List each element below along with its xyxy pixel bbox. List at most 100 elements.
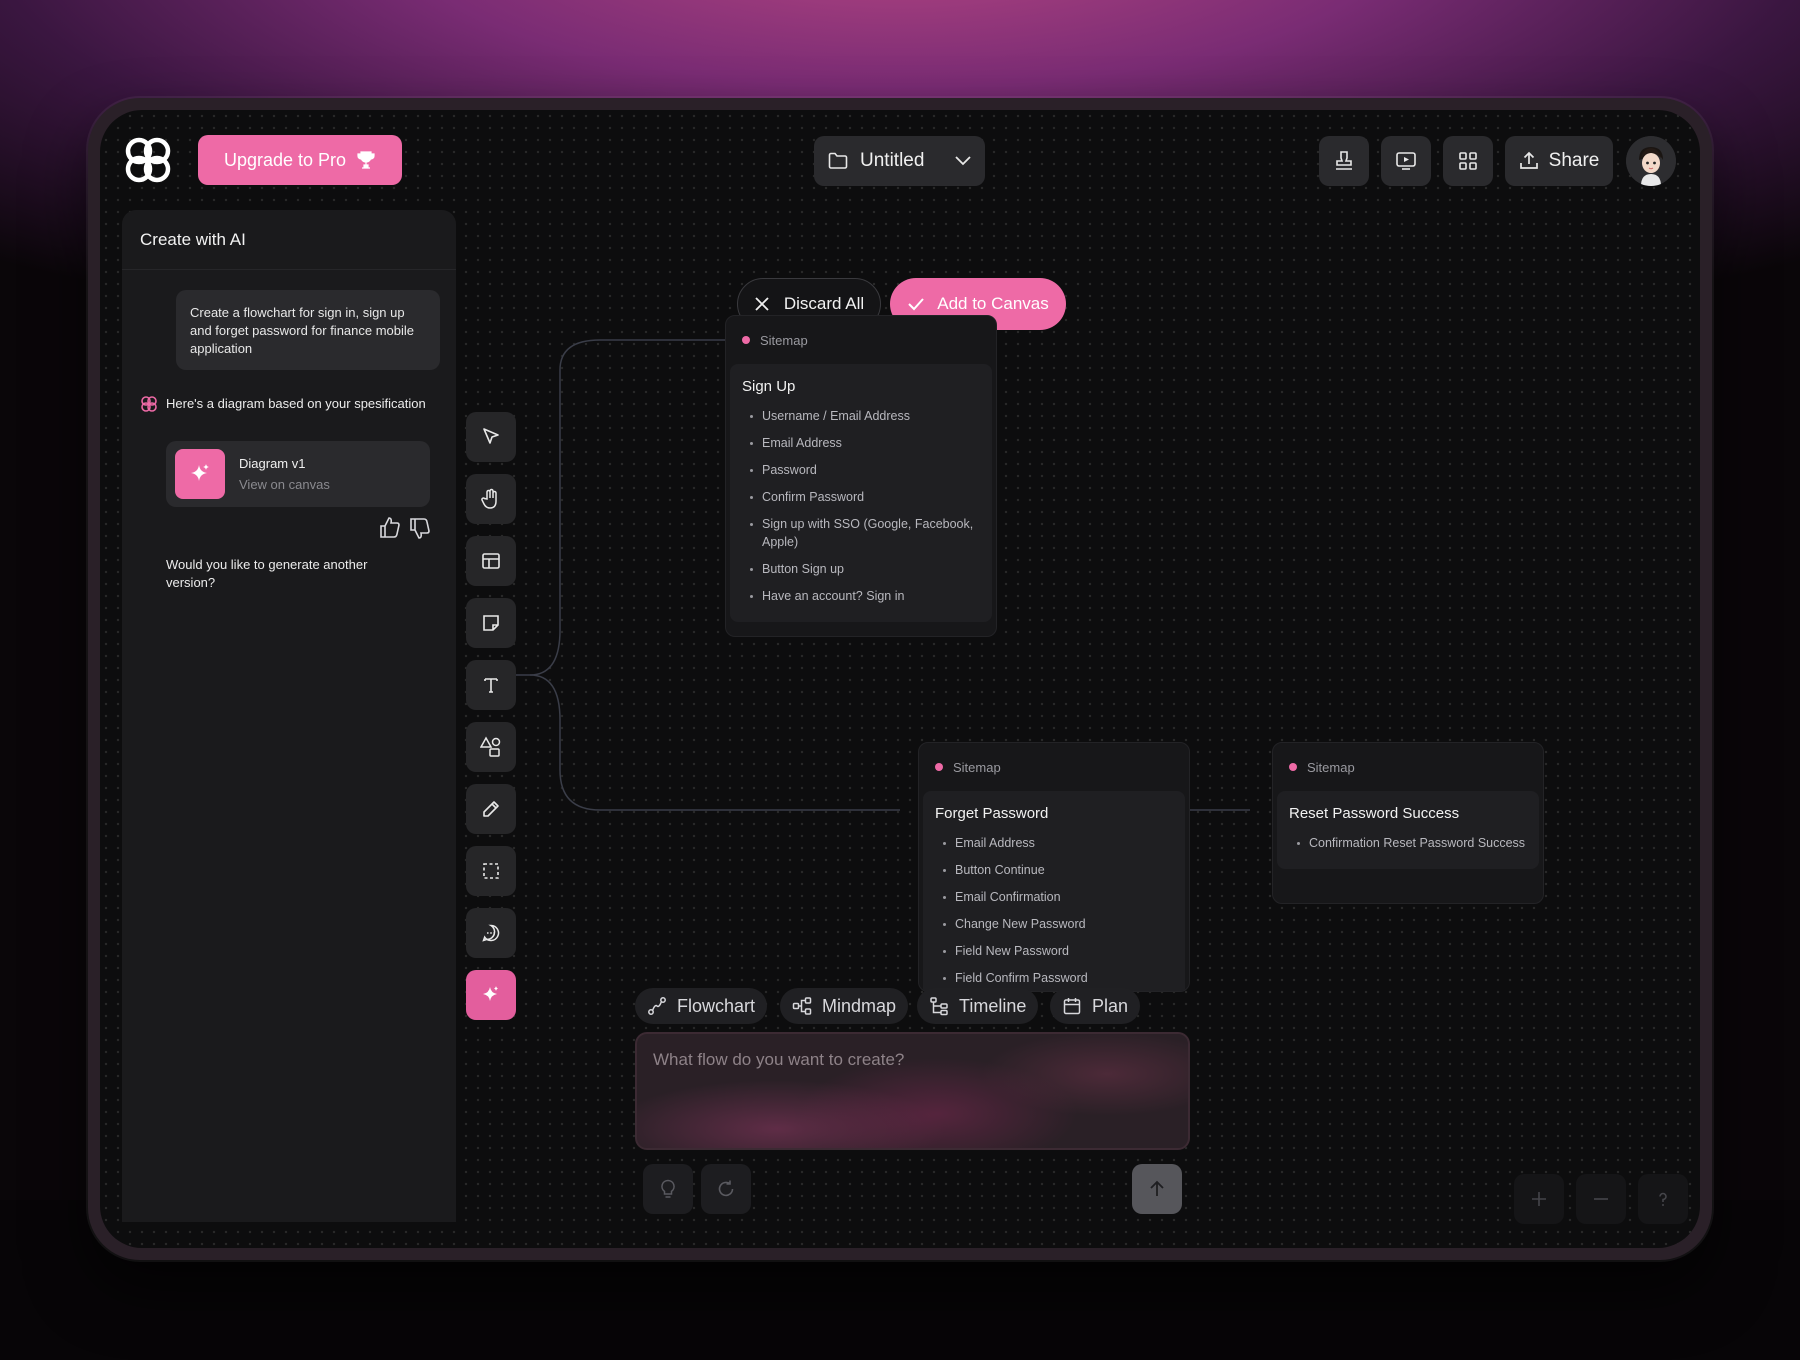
flowchart-icon (648, 997, 666, 1015)
list-item: Field Confirm Password (935, 969, 1173, 987)
layout-tool[interactable] (466, 536, 516, 586)
select-tool[interactable] (466, 412, 516, 462)
help-icon (1659, 1192, 1667, 1206)
list-item: Email Address (935, 834, 1173, 852)
upgrade-label: Upgrade to Pro (223, 149, 347, 170)
list-item: Field New Password (935, 942, 1173, 960)
diagram-result-card[interactable]: Diagram v1 View on canvas (166, 441, 430, 507)
list-item: Sign up with SSO (Google, Facebook, Appl… (742, 515, 980, 551)
check-icon (908, 298, 924, 311)
node-tag: Sitemap (726, 316, 996, 364)
node-tag: Sitemap (919, 743, 1189, 791)
minus-icon (1594, 1198, 1608, 1200)
present-button[interactable] (1381, 136, 1431, 186)
stamp-button[interactable] (1319, 136, 1369, 186)
ai-chat-panel: Create with AI Create a flowchart for si… (122, 210, 456, 1222)
comment-tool[interactable] (466, 908, 516, 958)
status-dot (1289, 763, 1297, 771)
text-tool[interactable] (466, 660, 516, 710)
chevron-down-icon (955, 156, 971, 166)
type-timeline[interactable]: Timeline (917, 988, 1039, 1024)
hand-icon (481, 488, 497, 509)
node-title: Sign Up (742, 378, 796, 395)
frame-tool[interactable] (466, 846, 516, 896)
trophy-icon (357, 151, 375, 169)
shapes-tool[interactable] (466, 722, 516, 772)
type-label: Timeline (959, 995, 1027, 1016)
arrow-up-icon (1150, 1180, 1164, 1196)
zoom-out-button[interactable] (1576, 1174, 1626, 1224)
pen-tool[interactable] (466, 784, 516, 834)
avatar[interactable] (1626, 136, 1676, 186)
tag-label: Sitemap (953, 759, 1001, 775)
type-label: Plan (1092, 995, 1129, 1016)
ai-tool[interactable] (466, 970, 516, 1020)
thumbs-up-icon[interactable] (378, 516, 402, 540)
upload-icon (1519, 151, 1538, 169)
stamp-icon (1336, 151, 1352, 170)
sparkle-icon (483, 986, 498, 1001)
timeline-icon (930, 997, 948, 1016)
help-button[interactable] (1638, 1174, 1688, 1224)
type-plan[interactable]: Plan (1050, 988, 1141, 1024)
file-title-dropdown[interactable]: Untitled (814, 136, 985, 186)
sticky-note-tool[interactable] (466, 598, 516, 648)
shapes-icon (480, 736, 501, 757)
upgrade-to-pro-button[interactable]: Upgrade to Pro (198, 135, 402, 185)
present-icon (1396, 152, 1416, 170)
node-sign-up[interactable]: Sitemap Sign Up Username / Email Address… (725, 315, 997, 637)
avatar-icon (1626, 136, 1676, 186)
zoom-in-button[interactable] (1514, 1174, 1564, 1224)
comment-icon (482, 924, 500, 942)
pen-icon (483, 801, 499, 817)
status-dot (935, 763, 943, 771)
prompt-input[interactable]: What flow do you want to create? (635, 1032, 1190, 1150)
mindmap-icon (792, 997, 812, 1015)
ai-avatar-icon (141, 396, 157, 412)
list-item: Have an account? Sign in (742, 587, 980, 605)
type-mindmap[interactable]: Mindmap (780, 988, 909, 1024)
discard-label: Discard All (783, 294, 865, 313)
thumbs-down-icon[interactable] (408, 516, 432, 540)
list-item: Email Confirmation (935, 888, 1173, 906)
node-body: Forget Password Email Address Button Con… (923, 791, 1185, 991)
grid-icon (1459, 152, 1477, 170)
ai-reply-text: Here's a diagram based on your spesifica… (166, 396, 426, 411)
sparkle-icon (175, 449, 225, 499)
list-item: Button Sign up (742, 560, 980, 578)
node-title: Forget Password (935, 805, 1049, 822)
send-button[interactable] (1132, 1164, 1182, 1214)
node-title: Reset Password Success (1289, 805, 1460, 822)
share-button[interactable]: Share (1505, 136, 1613, 186)
node-fields: Username / Email Address Email Address P… (742, 407, 980, 605)
share-label: Share (1548, 150, 1600, 171)
lightbulb-icon (661, 1179, 675, 1198)
add-label: Add to Canvas (937, 294, 1049, 313)
diagram-title: Diagram v1 (239, 456, 306, 471)
hand-tool[interactable] (466, 474, 516, 524)
list-item: Change New Password (935, 915, 1173, 933)
node-fields: Email Address Button Continue Email Conf… (935, 834, 1173, 987)
type-flowchart[interactable]: Flowchart (635, 988, 768, 1024)
node-fields: Confirmation Reset Password Success (1289, 834, 1527, 852)
node-reset-password-success[interactable]: Sitemap Reset Password Success Confirmat… (1272, 742, 1544, 904)
grid-view-button[interactable] (1443, 136, 1493, 186)
history-button[interactable] (701, 1164, 751, 1214)
app-logo-icon[interactable] (122, 134, 174, 186)
node-forget-password[interactable]: Sitemap Forget Password Email Address Bu… (918, 742, 1190, 992)
type-label: Flowchart (677, 995, 756, 1016)
close-icon (755, 297, 769, 311)
list-item: Confirm Password (742, 488, 980, 506)
calendar-icon (1063, 998, 1081, 1015)
panel-title: Create with AI (140, 229, 246, 249)
ideas-button[interactable] (643, 1164, 693, 1214)
ai-message: Here's a diagram based on your spesifica… (140, 395, 440, 413)
list-item: Password (742, 461, 980, 479)
tag-label: Sitemap (760, 332, 808, 348)
list-item: Button Continue (935, 861, 1173, 879)
plus-icon (1532, 1192, 1546, 1206)
status-dot (742, 336, 750, 344)
node-tag: Sitemap (1273, 743, 1543, 791)
app-screen: Upgrade to Pro Untitled Share Create wit… (100, 110, 1700, 1248)
view-on-canvas-link[interactable]: View on canvas (239, 477, 330, 492)
